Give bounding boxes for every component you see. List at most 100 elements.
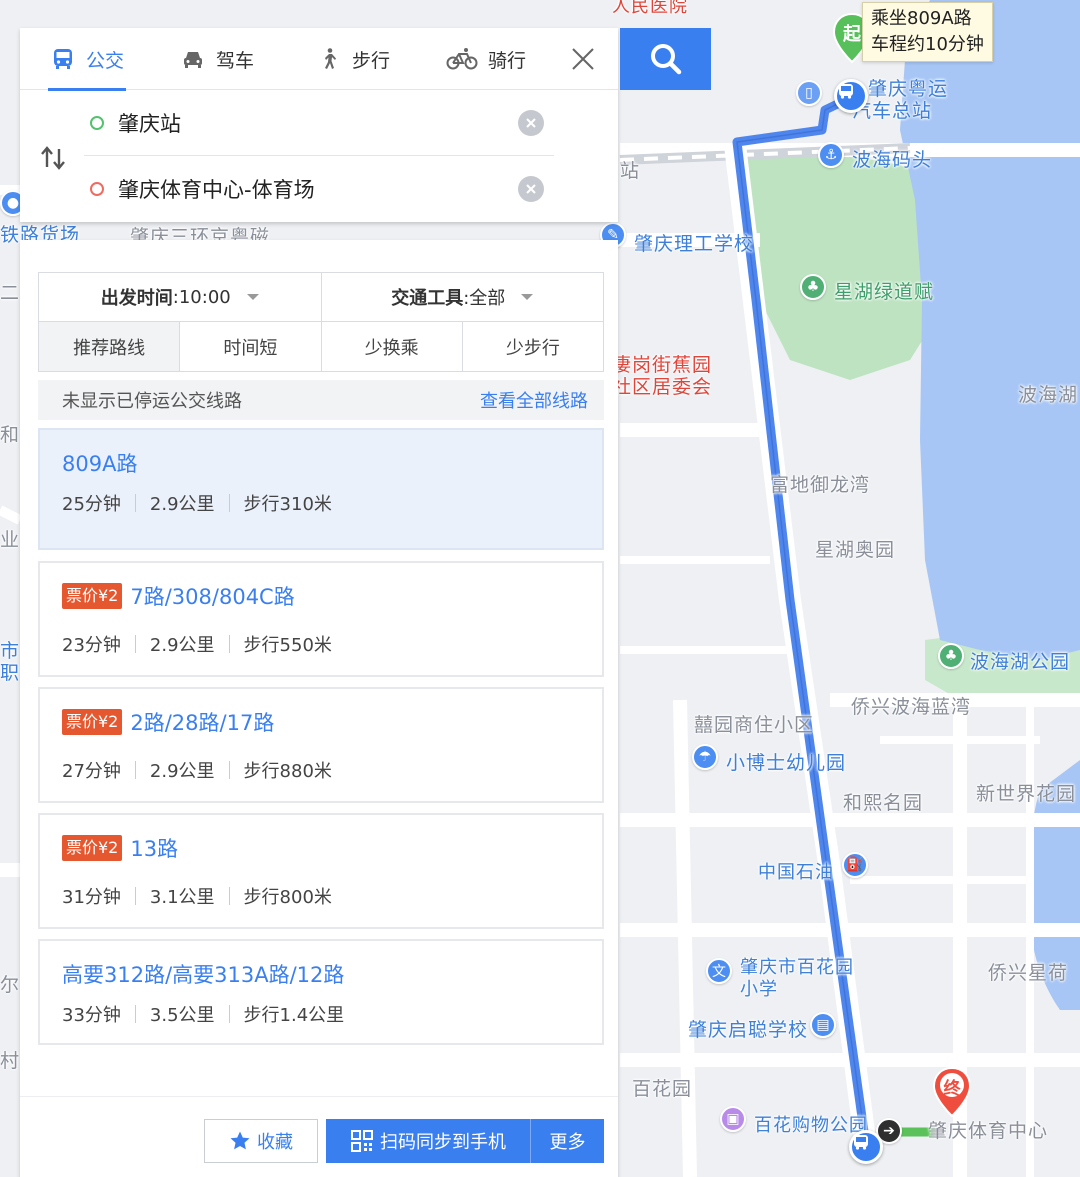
- map-label-left-fragment: 职: [0, 662, 21, 684]
- route-duration: 27分钟: [62, 761, 121, 782]
- end-dot-icon: [90, 182, 104, 196]
- route-name: 2路/28路/17路: [130, 711, 275, 735]
- map-label-bohai-pier[interactable]: 波海码头: [852, 145, 932, 172]
- depart-time-select[interactable]: 出发时间:10:00: [39, 273, 321, 321]
- sort-tab-fewest-transfers[interactable]: 少换乘: [320, 322, 462, 371]
- end-input[interactable]: [118, 177, 508, 201]
- end-pin-icon[interactable]: 终: [932, 1066, 972, 1118]
- map-label-left-fragment: 尔: [0, 974, 21, 996]
- route-duration: 33分钟: [62, 1005, 121, 1026]
- end-pin-label: 终: [943, 1079, 961, 1099]
- sort-tab-recommended[interactable]: 推荐路线: [39, 322, 180, 371]
- route-name: 809A路: [62, 452, 138, 476]
- park-icon[interactable]: ♣: [938, 643, 964, 669]
- route-item[interactable]: 高要312路/高要313A路/12路 33分钟 3.5公里 步行1.4公里: [38, 939, 604, 1045]
- more-button[interactable]: 更多: [530, 1119, 604, 1163]
- end-field: [84, 156, 554, 222]
- route-search-card: 公交 驾车 步行 骑行: [20, 28, 618, 222]
- map-label-polytech[interactable]: 肇庆理工学校: [634, 229, 754, 256]
- route-distance: 3.1公里: [149, 887, 215, 908]
- map-label-xinghu-green[interactable]: 星湖绿道赋: [834, 277, 934, 304]
- tab-label: 驾车: [216, 49, 255, 72]
- route-item[interactable]: 票价¥2 2路/28路/17路 27分钟 2.9公里 步行880米: [38, 687, 604, 803]
- map-label-xiyuan: 囍园商住小区: [694, 714, 815, 736]
- close-icon[interactable]: [568, 44, 598, 74]
- anchor-icon[interactable]: ⚓: [818, 142, 844, 168]
- map-label-kindergarten[interactable]: 小博士幼儿园: [726, 748, 846, 775]
- start-input[interactable]: [118, 110, 508, 135]
- school-icon[interactable]: ▤: [810, 1012, 836, 1038]
- chevron-down-icon: [521, 294, 534, 300]
- park-icon[interactable]: ♣: [800, 274, 826, 300]
- clear-start-icon[interactable]: [518, 110, 544, 136]
- notice-bar: 未显示已停运公交线路 查看全部线路: [38, 380, 604, 420]
- map-label-baihua-mall[interactable]: 百花购物公园: [754, 1111, 868, 1137]
- map-label-fudi: 富地御龙湾: [770, 474, 871, 496]
- transport-label: 交通工具: [391, 288, 464, 309]
- tab-label: 步行: [352, 49, 391, 72]
- map-label-rail-station: 站: [620, 160, 641, 182]
- tab-label: 骑行: [488, 49, 527, 72]
- map-label-left-fragment: 二: [0, 282, 21, 304]
- route-walk: 步行550米: [243, 635, 332, 656]
- sort-tab-least-walking[interactable]: 少步行: [461, 322, 603, 371]
- bike-icon: [446, 46, 478, 72]
- school-icon[interactable]: 文: [706, 958, 732, 984]
- map-label-bohai-park[interactable]: 波海湖公园: [970, 647, 1070, 674]
- map-label-baihua-school-2[interactable]: 小学: [740, 975, 778, 1001]
- fare-badge: 票价¥2: [62, 709, 123, 735]
- clear-end-icon[interactable]: [518, 176, 544, 202]
- sort-tab-fastest[interactable]: 时间短: [179, 322, 320, 371]
- fare-badge: 票价¥2: [62, 835, 123, 861]
- map-label-sinopec[interactable]: 中国石油: [758, 858, 834, 884]
- route-item[interactable]: 票价¥2 7路/308/804C路 23分钟 2.9公里 步行550米: [38, 561, 604, 677]
- gas-station-icon[interactable]: ⛽: [842, 852, 868, 878]
- kindergarten-icon[interactable]: ☂: [692, 744, 718, 770]
- route-duration: 31分钟: [62, 887, 121, 908]
- route-walk: 步行1.4公里: [243, 1005, 345, 1026]
- depart-value: :10:00: [172, 286, 231, 308]
- mode-tabs: 公交 驾车 步行 骑行: [20, 28, 618, 91]
- route-item[interactable]: 809A路 25分钟 2.9公里 步行310米: [38, 428, 604, 550]
- map-label-qicong[interactable]: 肇庆启聪学校: [688, 1015, 808, 1042]
- search-button[interactable]: [620, 28, 711, 90]
- route-name: 13路: [130, 837, 179, 861]
- start-bus-stop-icon[interactable]: [834, 79, 868, 113]
- map-label-hospital[interactable]: 人民医院: [612, 0, 688, 18]
- search-icon: [650, 44, 681, 75]
- map-label-fenggang-2[interactable]: 社区居委会: [612, 372, 712, 399]
- walk-icon: [316, 46, 342, 72]
- route-item[interactable]: 票价¥2 13路 31分钟 3.1公里 步行800米: [38, 813, 604, 929]
- end-bus-stop-icon[interactable]: [849, 1130, 883, 1164]
- tab-bus[interactable]: 公交: [47, 28, 127, 91]
- favorite-label: 收藏: [257, 1132, 293, 1153]
- tooltip-line: 车程约10分钟: [871, 34, 984, 55]
- route-duration: 23分钟: [62, 635, 121, 656]
- map-label-baihuayuan: 百花园: [632, 1078, 693, 1100]
- sync-label: 扫码同步到手机: [380, 1132, 506, 1153]
- tooltip-line: 乘坐809A路: [871, 8, 972, 29]
- route-name: 高要312路/高要313A路/12路: [62, 963, 345, 987]
- map-label-sports-center: 肇庆体育中心: [928, 1120, 1049, 1142]
- car-icon: [180, 46, 206, 72]
- bus-station-icon[interactable]: ▯: [796, 80, 822, 106]
- route-walk: 步行880米: [243, 761, 332, 782]
- map-label-left-fragment: 和: [0, 424, 21, 446]
- map-label-left-fragment: 村: [0, 1050, 21, 1072]
- favorite-button[interactable]: 收藏: [204, 1119, 318, 1163]
- map-label-bohai-lake: 波海湖: [1018, 384, 1079, 406]
- transport-select[interactable]: 交通工具:全部: [320, 273, 604, 321]
- route-walk: 步行310米: [243, 494, 332, 515]
- shopping-icon[interactable]: ▣: [720, 1106, 746, 1132]
- tab-bike[interactable]: 骑行: [446, 28, 526, 90]
- view-all-routes-link[interactable]: 查看全部线路: [480, 387, 588, 413]
- swap-icon[interactable]: [38, 143, 68, 173]
- route-distance: 2.9公里: [149, 761, 215, 782]
- tab-drive[interactable]: 驾车: [180, 28, 254, 90]
- tab-walk[interactable]: 步行: [316, 28, 390, 90]
- depart-label: 出发时间: [100, 288, 173, 309]
- start-field: [84, 90, 554, 156]
- route-tooltip: 乘坐809A路 车程约10分钟: [862, 2, 993, 62]
- transport-value: :全部: [463, 288, 506, 309]
- sync-to-phone-button[interactable]: 扫码同步到手机: [326, 1119, 530, 1163]
